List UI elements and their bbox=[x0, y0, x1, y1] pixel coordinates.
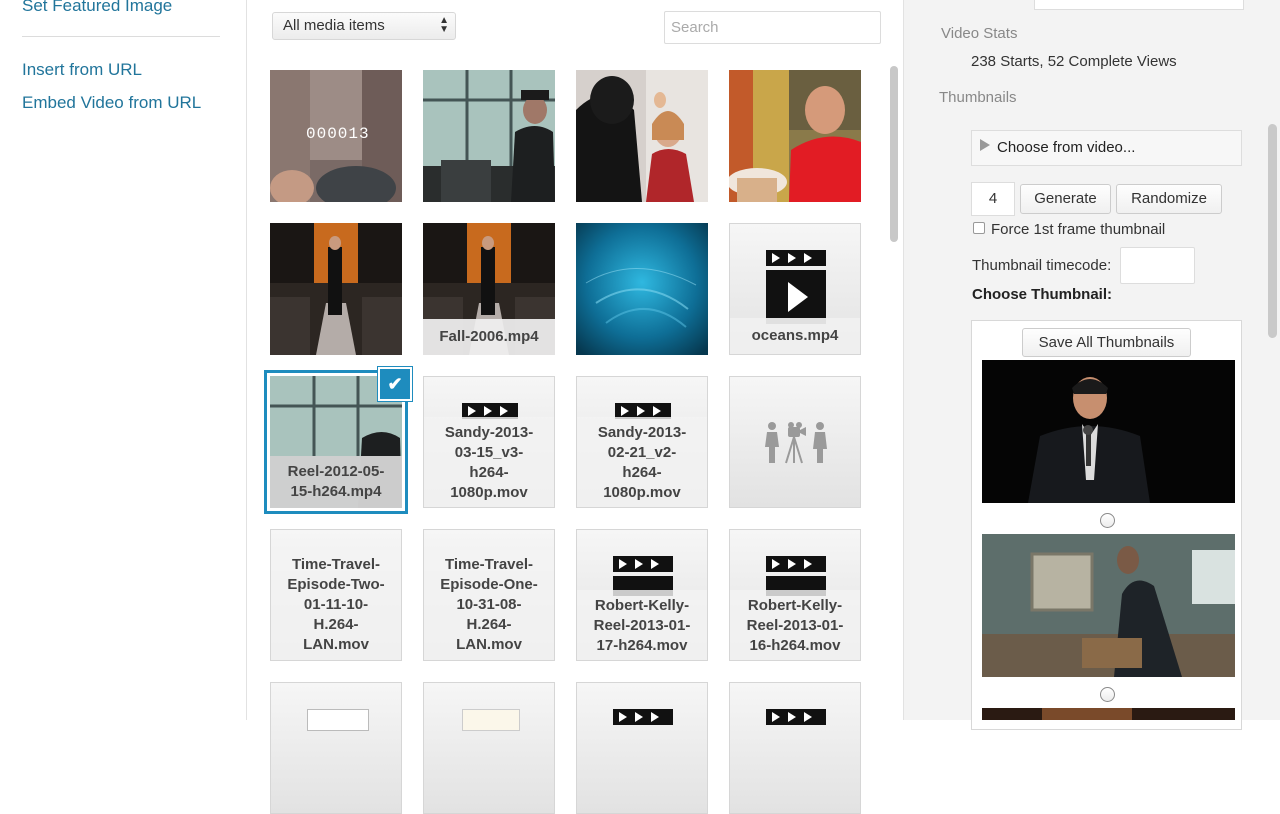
media-item-robert-kelly-17[interactable]: Robert-Kelly- Reel-2013-01- 17-h264.mov bbox=[576, 529, 708, 661]
media-item-ocean-fish[interactable] bbox=[576, 223, 708, 355]
media-item-generic[interactable] bbox=[729, 376, 861, 508]
panel-scrollbar-thumb[interactable] bbox=[1268, 124, 1277, 338]
thumbnail-timecode-input[interactable] bbox=[1120, 247, 1195, 284]
video-still-image bbox=[423, 70, 555, 202]
media-item-time-travel-one[interactable]: Time-Travel- Episode-One- 10-31-08- H.26… bbox=[423, 529, 555, 661]
media-item-oceans[interactable]: oceans.mp4 bbox=[729, 223, 861, 355]
selected-check-icon[interactable]: ✔ bbox=[378, 367, 412, 401]
choose-from-video-toggle[interactable]: Choose from video... bbox=[971, 130, 1242, 166]
up-down-arrows-icon: ▲ ▼ bbox=[439, 15, 449, 35]
choose-thumbnail-heading: Choose Thumbnail: bbox=[972, 286, 1112, 303]
media-filename: Robert-Kelly- Reel-2013-01- 16-h264.mov bbox=[746, 597, 844, 654]
media-scrollbar-thumb[interactable] bbox=[890, 66, 898, 242]
media-filename: Robert-Kelly- Reel-2013-01- 17-h264.mov bbox=[593, 597, 691, 654]
randomize-button[interactable]: Randomize bbox=[1116, 184, 1222, 214]
media-item-clip-000013[interactable]: 000013 bbox=[270, 70, 402, 202]
media-caption-band: oceans.mp4 bbox=[730, 318, 860, 354]
media-filename: oceans.mp4 bbox=[751, 327, 839, 344]
insert-from-url-link[interactable]: Insert from URL bbox=[22, 60, 142, 80]
timecode-overlay: 000013 bbox=[306, 125, 370, 143]
media-filename: Sandy-2013- 03-15_v3- h264- 1080p.mov bbox=[444, 424, 534, 501]
document-icon bbox=[462, 709, 520, 731]
sidebar-divider bbox=[22, 36, 220, 37]
thumbnail-option-3[interactable] bbox=[982, 708, 1235, 720]
choose-from-video-label: Choose from video... bbox=[997, 139, 1136, 156]
video-clapper-icon bbox=[766, 709, 826, 725]
media-sidebar: Set Featured Image Insert from URL Embed… bbox=[0, 0, 246, 720]
media-item-document-1[interactable] bbox=[270, 682, 402, 814]
play-triangle-icon bbox=[980, 139, 990, 151]
media-item-robert-kelly-16[interactable]: Robert-Kelly- Reel-2013-01- 16-h264.mov bbox=[729, 529, 861, 661]
media-search-input[interactable] bbox=[664, 11, 881, 44]
media-filename: Fall-2006.mp4 bbox=[439, 328, 539, 345]
people-camera-icon bbox=[765, 422, 827, 464]
thumbnail-timecode-label: Thumbnail timecode: bbox=[972, 257, 1112, 274]
document-icon bbox=[307, 709, 369, 731]
media-filter-select[interactable]: All media items ▲ ▼ bbox=[272, 12, 456, 40]
media-item-video-2[interactable] bbox=[729, 682, 861, 814]
description-textarea[interactable] bbox=[1034, 0, 1244, 10]
video-stats-value: 238 Starts, 52 Complete Views bbox=[971, 53, 1177, 70]
media-filter-value: All media items bbox=[283, 17, 385, 34]
thumbnail-option-2[interactable] bbox=[982, 534, 1235, 677]
media-scrollbar[interactable] bbox=[888, 62, 900, 720]
media-item-couple[interactable] bbox=[576, 70, 708, 202]
media-item-man-in-hat[interactable] bbox=[423, 70, 555, 202]
video-still-image bbox=[576, 223, 708, 355]
thumbnail-radio-2[interactable] bbox=[1100, 687, 1115, 702]
media-item-man-red-shirt[interactable] bbox=[729, 70, 861, 202]
save-all-thumbnails-button[interactable]: Save All Thumbnails bbox=[1022, 328, 1191, 357]
force-first-frame-checkbox[interactable] bbox=[973, 222, 985, 234]
panel-scrollbar[interactable] bbox=[1266, 0, 1280, 720]
media-filename: Time-Travel- Episode-One- 10-31-08- H.26… bbox=[440, 556, 538, 653]
media-item-video-1[interactable] bbox=[576, 682, 708, 814]
video-still-image bbox=[576, 70, 708, 202]
video-still-image bbox=[270, 223, 402, 355]
media-filename: Reel-2012-05- 15-h264.mp4 bbox=[287, 463, 385, 500]
media-caption-band: Fall-2006.mp4 bbox=[423, 319, 555, 355]
media-item-time-travel-two[interactable]: Time-Travel- Episode-Two- 01-11-10- H.26… bbox=[270, 529, 402, 661]
video-still-image bbox=[729, 70, 861, 202]
media-filename: Time-Travel- Episode-Two- 01-11-10- H.26… bbox=[287, 556, 385, 653]
media-item-sandy-v2[interactable]: Sandy-2013- 02-21_v2- h264- 1080p.mov bbox=[576, 376, 708, 508]
generate-button[interactable]: Generate bbox=[1020, 184, 1111, 214]
set-featured-image-link[interactable]: Set Featured Image bbox=[22, 0, 172, 16]
video-clapper-icon bbox=[766, 250, 826, 324]
media-item-runway-1[interactable] bbox=[270, 223, 402, 355]
embed-video-from-url-link[interactable]: Embed Video from URL bbox=[22, 93, 201, 113]
thumbnail-radio-1[interactable] bbox=[1100, 513, 1115, 528]
thumbnail-option-1[interactable] bbox=[982, 360, 1235, 503]
thumbnails-label: Thumbnails bbox=[939, 89, 1017, 106]
force-first-frame-label: Force 1st frame thumbnail bbox=[991, 221, 1166, 238]
media-filename: Sandy-2013- 02-21_v2- h264- 1080p.mov bbox=[597, 424, 687, 501]
video-stats-label: Video Stats bbox=[941, 25, 1018, 42]
media-item-document-2[interactable] bbox=[423, 682, 555, 814]
thumbnail-count-input[interactable]: 4 bbox=[971, 182, 1015, 216]
video-clapper-icon bbox=[613, 709, 673, 725]
media-item-sandy-v3[interactable]: Sandy-2013- 03-15_v3- h264- 1080p.mov bbox=[423, 376, 555, 508]
media-item-fall-2006[interactable]: Fall-2006.mp4 bbox=[423, 223, 555, 355]
